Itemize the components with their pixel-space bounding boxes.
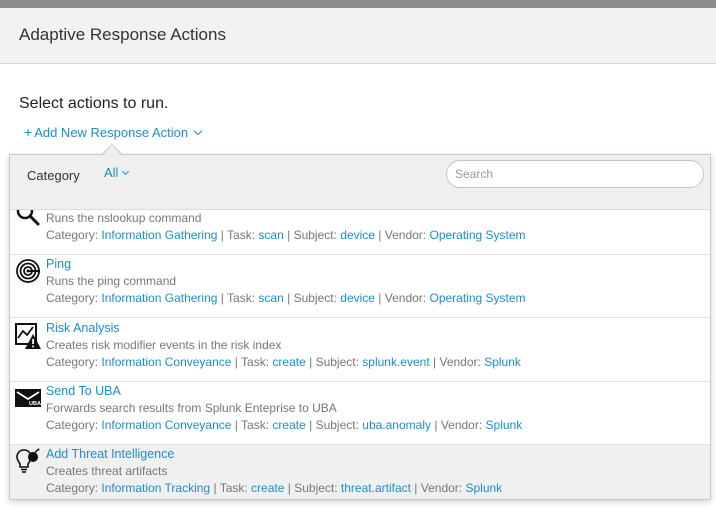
meta-category-link[interactable]: Information Tracking xyxy=(101,481,210,495)
meta-separator: | xyxy=(220,228,224,242)
meta-category-label: Category: xyxy=(46,355,99,369)
meta-vendor-link[interactable]: Splunk xyxy=(465,481,502,495)
meta-separator: | xyxy=(234,418,238,432)
meta-subject-label: Subject: xyxy=(293,228,337,242)
plus-icon: + xyxy=(24,124,33,140)
meta-task-link[interactable]: create xyxy=(251,481,284,495)
meta-vendor-label: Vendor: xyxy=(440,418,483,432)
meta-category-link[interactable]: Information Gathering xyxy=(101,228,217,242)
meta-category-label: Category: xyxy=(46,418,99,432)
lightbulb-bomb-icon xyxy=(16,448,40,473)
action-item[interactable]: Add Threat Intelligence Creates threat a… xyxy=(10,445,710,499)
ping-icon xyxy=(16,259,40,283)
meta-separator: | xyxy=(213,481,217,495)
meta-subject-link[interactable]: threat.artifact xyxy=(341,481,411,495)
meta-separator: | xyxy=(234,355,238,369)
meta-vendor-label: Vendor: xyxy=(384,291,427,305)
action-description: Creates threat artifacts xyxy=(46,464,168,478)
meta-separator: | xyxy=(287,291,291,305)
category-select-value: All xyxy=(104,165,119,180)
meta-category-label: Category: xyxy=(46,481,99,495)
meta-category-link[interactable]: Information Conveyance xyxy=(101,355,231,369)
action-description: Forwards search results from Splunk Ente… xyxy=(46,401,337,415)
meta-subject-link[interactable]: uba.anomaly xyxy=(362,418,431,432)
meta-subject-link[interactable]: device xyxy=(340,291,375,305)
meta-task-link[interactable]: scan xyxy=(258,228,283,242)
meta-separator: | xyxy=(287,228,291,242)
meta-task-label: Task: xyxy=(241,355,270,369)
dropdown-caret-fill xyxy=(103,145,121,155)
action-name[interactable]: Add Threat Intelligence xyxy=(46,447,174,461)
meta-vendor-link[interactable]: Splunk xyxy=(484,355,521,369)
add-response-action-label: Add New Response Action xyxy=(34,125,189,140)
action-meta: Category: Information Conveyance | Task:… xyxy=(46,355,521,369)
action-item[interactable]: Ping Runs the ping command Category: Inf… xyxy=(10,255,710,318)
action-meta: Category: Information Gathering | Task: … xyxy=(46,291,526,305)
meta-separator: | xyxy=(220,291,224,305)
meta-subject-label: Subject: xyxy=(293,291,337,305)
meta-vendor-label: Vendor: xyxy=(420,481,463,495)
action-list: Runs the nslookup command Category: Info… xyxy=(10,210,710,499)
action-name[interactable]: Send To UBA xyxy=(46,384,121,398)
action-item[interactable]: UBA Send To UBA Forwards search results … xyxy=(10,382,710,445)
meta-task-link[interactable]: scan xyxy=(258,291,283,305)
action-name[interactable]: Ping xyxy=(46,257,71,271)
meta-vendor-link[interactable]: Operating System xyxy=(429,291,525,305)
search-input[interactable] xyxy=(446,160,704,188)
meta-vendor-label: Vendor: xyxy=(384,228,427,242)
category-label: Category xyxy=(27,168,80,183)
meta-separator: | xyxy=(433,355,437,369)
section-title: Select actions to run. xyxy=(19,95,169,112)
action-item[interactable]: Runs the nslookup command Category: Info… xyxy=(10,210,710,255)
meta-subject-label: Subject: xyxy=(294,481,338,495)
meta-vendor-link[interactable]: Splunk xyxy=(486,418,523,432)
meta-separator: | xyxy=(287,481,291,495)
meta-category-label: Category: xyxy=(46,228,99,242)
action-meta: Category: Information Conveyance | Task:… xyxy=(46,418,522,432)
action-description: Runs the nslookup command xyxy=(46,211,202,225)
meta-task-label: Task: xyxy=(241,418,270,432)
svg-text:UBA: UBA xyxy=(29,401,41,407)
action-meta: Category: Information Gathering | Task: … xyxy=(46,228,526,242)
meta-vendor-label: Vendor: xyxy=(439,355,481,369)
meta-separator: | xyxy=(378,228,382,242)
meta-vendor-link[interactable]: Operating System xyxy=(429,228,525,242)
meta-category-label: Category: xyxy=(46,291,99,305)
meta-task-link[interactable]: create xyxy=(272,355,305,369)
meta-separator: | xyxy=(309,418,313,432)
magnifier-icon xyxy=(16,210,40,226)
action-item[interactable]: Risk Analysis Creates risk modifier even… xyxy=(10,319,710,382)
modal-header: Adaptive Response Actions xyxy=(0,8,716,64)
meta-separator: | xyxy=(309,355,313,369)
top-bar xyxy=(0,0,716,8)
meta-task-label: Task: xyxy=(227,291,256,305)
meta-separator: | xyxy=(414,481,418,495)
meta-category-link[interactable]: Information Conveyance xyxy=(101,418,231,432)
chevron-down-icon xyxy=(122,167,130,176)
response-action-dropdown: Category All Runs the nslookup command C… xyxy=(9,154,711,500)
filter-bar: Category All xyxy=(10,155,710,210)
meta-task-link[interactable]: create xyxy=(272,418,305,432)
risk-warning-icon xyxy=(15,323,41,349)
meta-subject-link[interactable]: splunk.event xyxy=(362,355,429,369)
action-description: Runs the ping command xyxy=(46,274,177,288)
action-description: Creates risk modifier events in the risk… xyxy=(46,338,282,352)
action-name[interactable]: Risk Analysis xyxy=(46,321,120,335)
meta-task-label: Task: xyxy=(219,481,248,495)
meta-separator: | xyxy=(378,291,382,305)
category-select[interactable]: All xyxy=(104,165,130,180)
meta-subject-label: Subject: xyxy=(315,355,359,369)
meta-separator: | xyxy=(434,418,438,432)
meta-task-label: Task: xyxy=(227,228,256,242)
meta-subject-link[interactable]: device xyxy=(340,228,375,242)
chevron-down-icon xyxy=(193,126,203,136)
add-response-action-button[interactable]: + Add New Response Action xyxy=(24,124,203,140)
meta-subject-label: Subject: xyxy=(315,418,359,432)
modal-title: Adaptive Response Actions xyxy=(19,25,226,44)
meta-category-link[interactable]: Information Gathering xyxy=(101,291,217,305)
action-meta: Category: Information Tracking | Task: c… xyxy=(46,481,502,495)
uba-icon: UBA xyxy=(15,389,41,407)
